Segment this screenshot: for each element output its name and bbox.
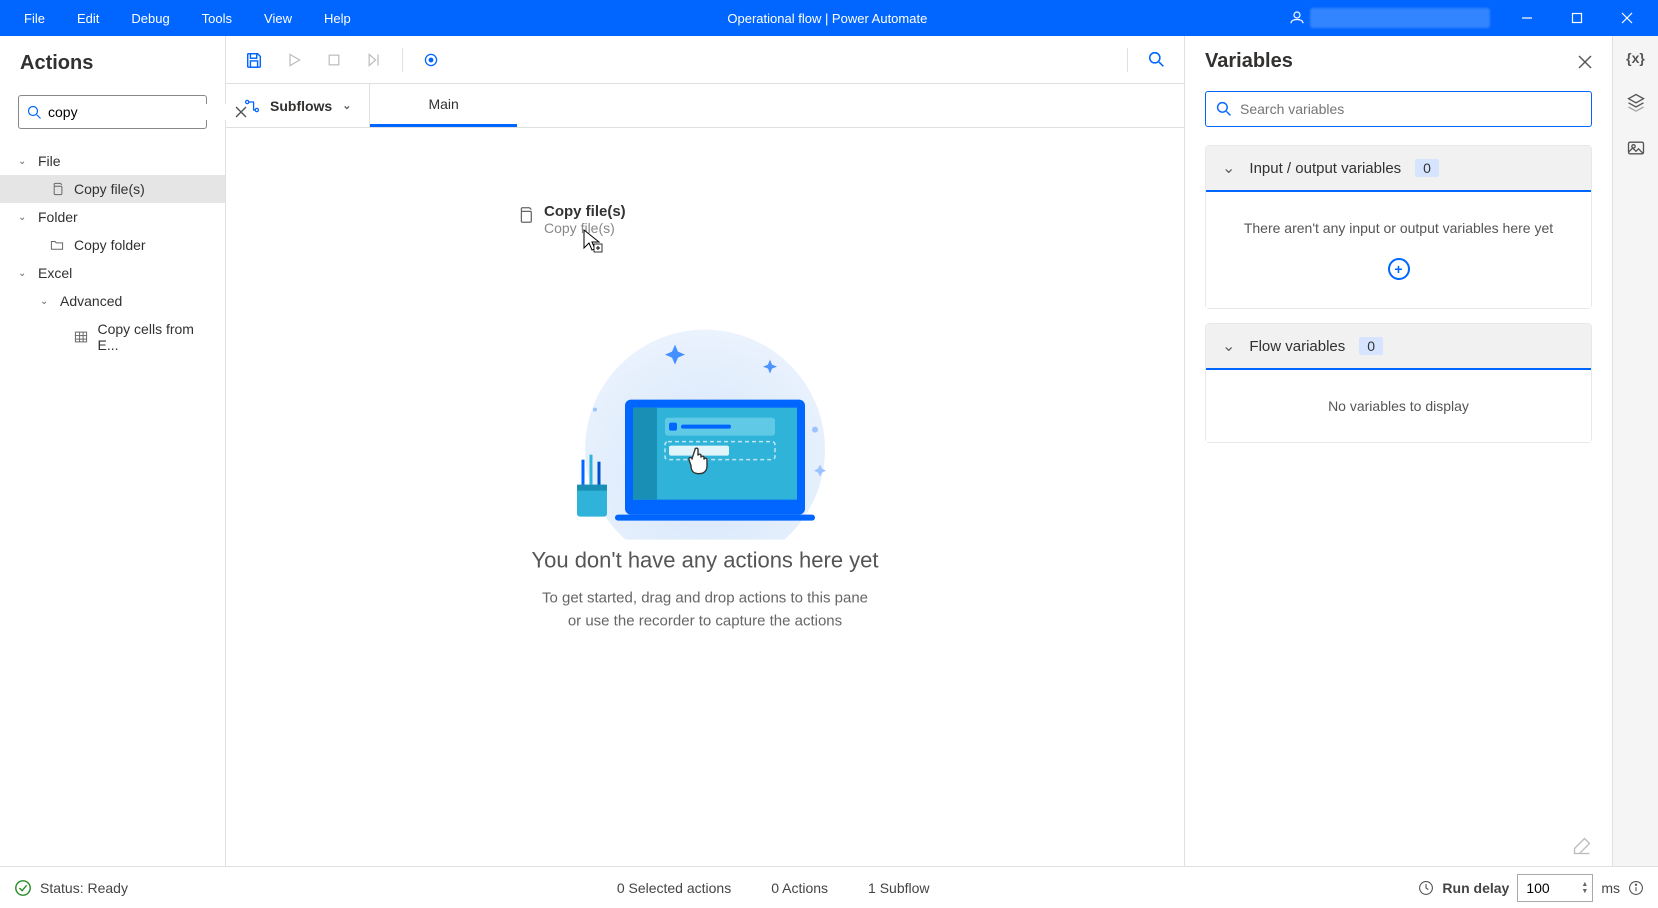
- folder-icon: [50, 238, 66, 252]
- menu-view[interactable]: View: [248, 3, 308, 34]
- save-button[interactable]: [238, 44, 270, 76]
- io-variables-section: ⌄ Input / output variables 0 There aren'…: [1205, 145, 1592, 309]
- chevron-down-icon: ⌄: [18, 268, 30, 279]
- add-io-variable-button[interactable]: +: [1388, 258, 1410, 280]
- images-rail-button[interactable]: [1626, 138, 1646, 158]
- tree-node-excel[interactable]: ⌄Excel: [0, 259, 225, 287]
- empty-state: You don't have any actions here yet To g…: [455, 310, 955, 633]
- ui-elements-rail-button[interactable]: [1626, 92, 1646, 112]
- menu-debug[interactable]: Debug: [115, 3, 185, 34]
- flow-canvas[interactable]: Copy file(s) Copy file(s): [226, 128, 1184, 866]
- window-title: Operational flow | Power Automate: [367, 11, 1288, 26]
- chevron-down-icon: ⌄: [1222, 158, 1235, 178]
- clear-variables-button[interactable]: [1572, 836, 1592, 856]
- clock-icon: [1418, 880, 1434, 896]
- variables-search-input[interactable]: [1232, 101, 1581, 117]
- tree-node-copy-folder[interactable]: Copy folder: [0, 231, 225, 259]
- subflow-icon: [244, 98, 260, 114]
- step-button[interactable]: [358, 44, 390, 76]
- close-variables-button[interactable]: [1578, 55, 1592, 69]
- tree-node-advanced[interactable]: ⌄Advanced: [0, 287, 225, 315]
- run-button[interactable]: [278, 44, 310, 76]
- actions-search-input[interactable]: [42, 104, 235, 120]
- actions-title: Actions: [20, 52, 205, 75]
- copy-icon: [50, 182, 66, 196]
- status-text: Status: Ready: [40, 880, 128, 896]
- delay-spinner[interactable]: ▲▼: [1581, 881, 1588, 895]
- run-delay-input[interactable]: ▲▼: [1517, 874, 1593, 902]
- empty-title: You don't have any actions here yet: [455, 548, 955, 574]
- tree-node-folder[interactable]: ⌄Folder: [0, 203, 225, 231]
- info-icon[interactable]: [1628, 880, 1644, 896]
- chevron-down-icon: ⌄: [1222, 336, 1235, 356]
- drag-ghost: Copy file(s) Copy file(s): [516, 203, 626, 236]
- variables-title: Variables: [1205, 50, 1578, 73]
- copy-icon: [516, 206, 534, 224]
- actions-panel: Actions ⌄File Copy file(s) ⌄Folder Copy …: [0, 36, 226, 866]
- flow-empty-text: No variables to display: [1222, 398, 1575, 414]
- tree-node-file[interactable]: ⌄File: [0, 147, 225, 175]
- account-label: [1310, 8, 1490, 28]
- stop-button[interactable]: [318, 44, 350, 76]
- status-bar: Status: Ready 0 Selected actions 0 Actio…: [0, 866, 1658, 908]
- run-delay-field[interactable]: [1526, 880, 1566, 896]
- search-icon: [27, 105, 42, 120]
- variables-rail-button[interactable]: {x}: [1626, 50, 1645, 66]
- subflows-count: 1 Subflow: [868, 880, 929, 896]
- flow-variables-section: ⌄ Flow variables 0 No variables to displ…: [1205, 323, 1592, 443]
- io-count-badge: 0: [1415, 159, 1439, 177]
- designer-toolbar: [226, 36, 1184, 84]
- actions-count: 0 Actions: [771, 880, 828, 896]
- variables-search[interactable]: [1205, 91, 1592, 127]
- menu-help[interactable]: Help: [308, 3, 367, 34]
- status-ok-icon: [14, 879, 32, 897]
- tree-node-copy-files[interactable]: Copy file(s): [0, 175, 225, 203]
- account-icon[interactable]: [1288, 9, 1306, 27]
- io-empty-text: There aren't any input or output variabl…: [1222, 220, 1575, 236]
- ms-label: ms: [1601, 880, 1620, 896]
- actions-search[interactable]: [18, 95, 207, 129]
- chevron-down-icon: ⌄: [18, 156, 30, 167]
- empty-illustration: [535, 310, 875, 540]
- search-icon: [1216, 101, 1232, 117]
- flow-count-badge: 0: [1359, 337, 1383, 355]
- search-flow-button[interactable]: [1140, 44, 1172, 76]
- maximize-button[interactable]: [1554, 0, 1600, 36]
- selected-actions-count: 0 Selected actions: [617, 880, 731, 896]
- menu-tools[interactable]: Tools: [186, 3, 248, 34]
- menu-file[interactable]: File: [8, 3, 61, 34]
- right-rail: {x}: [1612, 36, 1658, 866]
- close-button[interactable]: [1604, 0, 1650, 36]
- minimize-button[interactable]: [1504, 0, 1550, 36]
- tabs-row: Subflows ⌄ Main: [226, 84, 1184, 128]
- chevron-down-icon: ⌄: [40, 296, 52, 307]
- flow-variables-header[interactable]: ⌄ Flow variables 0: [1206, 324, 1591, 370]
- empty-text: To get started, drag and drop actions to…: [455, 588, 955, 633]
- title-bar: File Edit Debug Tools View Help Operatio…: [0, 0, 1658, 36]
- run-delay-label: Run delay: [1442, 880, 1509, 896]
- menu-edit[interactable]: Edit: [61, 3, 115, 34]
- excel-icon: [74, 330, 89, 344]
- variables-panel: Variables ⌄ Input / output variables 0 T…: [1184, 36, 1612, 866]
- chevron-down-icon: ⌄: [342, 99, 351, 112]
- designer-panel: Subflows ⌄ Main Copy file(s) Copy file(s…: [226, 36, 1184, 866]
- io-variables-header[interactable]: ⌄ Input / output variables 0: [1206, 146, 1591, 192]
- actions-tree: ⌄File Copy file(s) ⌄Folder Copy folder ⌄…: [0, 139, 225, 367]
- tree-node-copy-cells[interactable]: Copy cells from E...: [0, 315, 225, 359]
- tab-main[interactable]: Main: [370, 84, 516, 127]
- subflows-dropdown[interactable]: Subflows ⌄: [226, 84, 370, 127]
- chevron-down-icon: ⌄: [18, 212, 30, 223]
- record-button[interactable]: [415, 44, 447, 76]
